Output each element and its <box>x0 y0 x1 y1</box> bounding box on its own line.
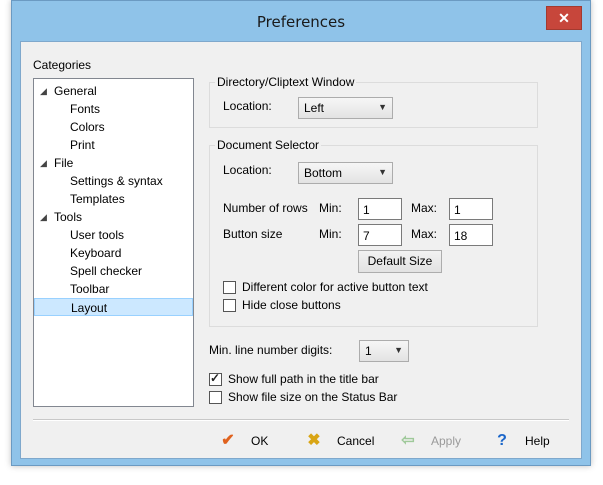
tree-item[interactable]: Toolbar <box>34 280 193 298</box>
tree-item[interactable]: Colors <box>34 118 193 136</box>
x-icon: ✖ <box>307 432 321 449</box>
hide-close-checkbox[interactable] <box>223 299 236 312</box>
diff-color-checkbox[interactable] <box>223 281 236 294</box>
tree-item[interactable]: Print <box>34 136 193 154</box>
file-size-checkbox[interactable] <box>209 391 222 404</box>
preferences-window: Preferences ✕ Categories ◢ General Fonts Co… <box>11 0 591 466</box>
tree-item[interactable]: Layout <box>34 298 193 316</box>
close-button[interactable]: ✕ <box>546 6 582 30</box>
size-max-label: Max: <box>411 227 438 241</box>
diff-color-label[interactable]: Different color for active button text <box>242 280 428 294</box>
cancel-label: Cancel <box>337 434 375 448</box>
rows-max-field[interactable]: 1 <box>449 198 493 220</box>
line-digits-select[interactable]: 1 ▼ <box>359 340 409 362</box>
rows-min-label: Min: <box>319 201 342 215</box>
file-size-label[interactable]: Show file size on the Status Bar <box>228 390 397 404</box>
ok-label: OK <box>251 434 269 448</box>
rows-label: Number of rows <box>223 201 308 215</box>
tree-item-label: Templates <box>70 192 125 206</box>
line-digits-value: 1 <box>365 344 372 358</box>
expand-arrow-icon[interactable]: ◢ <box>40 154 47 172</box>
size-max-value: 18 <box>454 229 468 243</box>
directory-window-title: Directory/Cliptext Window <box>215 75 357 89</box>
size-min-label: Min: <box>319 227 342 241</box>
full-path-label[interactable]: Show full path in the title bar <box>228 372 379 386</box>
rows-max-value: 1 <box>454 203 461 217</box>
default-size-button[interactable]: Default Size <box>358 250 442 273</box>
tree-item-label: Print <box>70 138 95 152</box>
tree-item[interactable]: Spell checker <box>34 262 193 280</box>
tree-item[interactable]: Settings & syntax <box>34 172 193 190</box>
directory-location-select[interactable]: Left ▼ <box>298 97 393 119</box>
directory-location-value: Left <box>304 101 325 115</box>
document-location-value: Bottom <box>304 166 343 180</box>
arrow-left-icon: ⇦ <box>401 432 415 449</box>
ok-button[interactable]: ✔ OK <box>217 430 277 452</box>
help-button[interactable]: ? Help <box>491 430 561 452</box>
tree-item-label: Settings & syntax <box>70 174 163 188</box>
rows-min-field[interactable]: 1 <box>358 198 402 220</box>
chevron-down-icon: ▼ <box>394 345 403 355</box>
tree-item-label: Layout <box>71 301 108 315</box>
categories-tree[interactable]: ◢ General Fonts Colors Print ◢ File Settings & … <box>33 78 194 407</box>
apply-label: Apply <box>431 434 462 448</box>
full-path-checkbox[interactable] <box>209 371 222 386</box>
tree-item[interactable]: ◢ General <box>34 82 193 100</box>
tree-item[interactable]: ◢ File <box>34 154 193 172</box>
tree-item-label: Fonts <box>70 102 101 116</box>
tree-item-label: File <box>54 156 74 170</box>
footer-separator <box>33 419 569 421</box>
window-title: Preferences <box>256 13 346 31</box>
tree-item-label: Toolbar <box>70 282 110 296</box>
tree-item[interactable]: User tools <box>34 226 193 244</box>
tree-item-label: Spell checker <box>70 264 143 278</box>
tree-item[interactable]: Templates <box>34 190 193 208</box>
directory-location-label: Location: <box>223 99 272 113</box>
document-location-label: Location: <box>223 163 272 177</box>
question-icon: ? <box>497 432 507 449</box>
categories-label: Categories <box>33 58 92 72</box>
tree-item[interactable]: Fonts <box>34 100 193 118</box>
document-location-select[interactable]: Bottom ▼ <box>298 162 393 184</box>
tree-item-label: General <box>54 84 97 98</box>
cancel-button[interactable]: ✖ Cancel <box>303 430 383 452</box>
title-bar[interactable]: Preferences ✕ <box>12 1 590 41</box>
document-selector-title: Document Selector <box>215 138 322 152</box>
tree-item-label: User tools <box>70 228 125 242</box>
size-max-field[interactable]: 18 <box>449 224 493 246</box>
expand-arrow-icon[interactable]: ◢ <box>40 208 47 226</box>
help-label: Help <box>525 434 550 448</box>
line-digits-label: Min. line number digits: <box>209 343 333 357</box>
check-icon: ✔ <box>221 432 235 449</box>
size-min-value: 7 <box>363 229 370 243</box>
tree-item-label: Colors <box>70 120 105 134</box>
tree-item-label: Keyboard <box>70 246 122 260</box>
rows-min-value: 1 <box>363 203 370 217</box>
tree-item-label: Tools <box>54 210 83 224</box>
size-min-field[interactable]: 7 <box>358 224 402 246</box>
rows-max-label: Max: <box>411 201 438 215</box>
chevron-down-icon: ▼ <box>378 167 387 177</box>
tree-item[interactable]: Keyboard <box>34 244 193 262</box>
apply-button[interactable]: ⇦ Apply <box>397 430 477 452</box>
expand-arrow-icon[interactable]: ◢ <box>40 82 47 100</box>
hide-close-label[interactable]: Hide close buttons <box>242 298 341 312</box>
dialog-body: Categories ◢ General Fonts Colors Print ◢ File… <box>20 41 582 459</box>
chevron-down-icon: ▼ <box>378 102 387 112</box>
size-label: Button size <box>223 227 283 241</box>
tree-item[interactable]: ◢ Tools <box>34 208 193 226</box>
